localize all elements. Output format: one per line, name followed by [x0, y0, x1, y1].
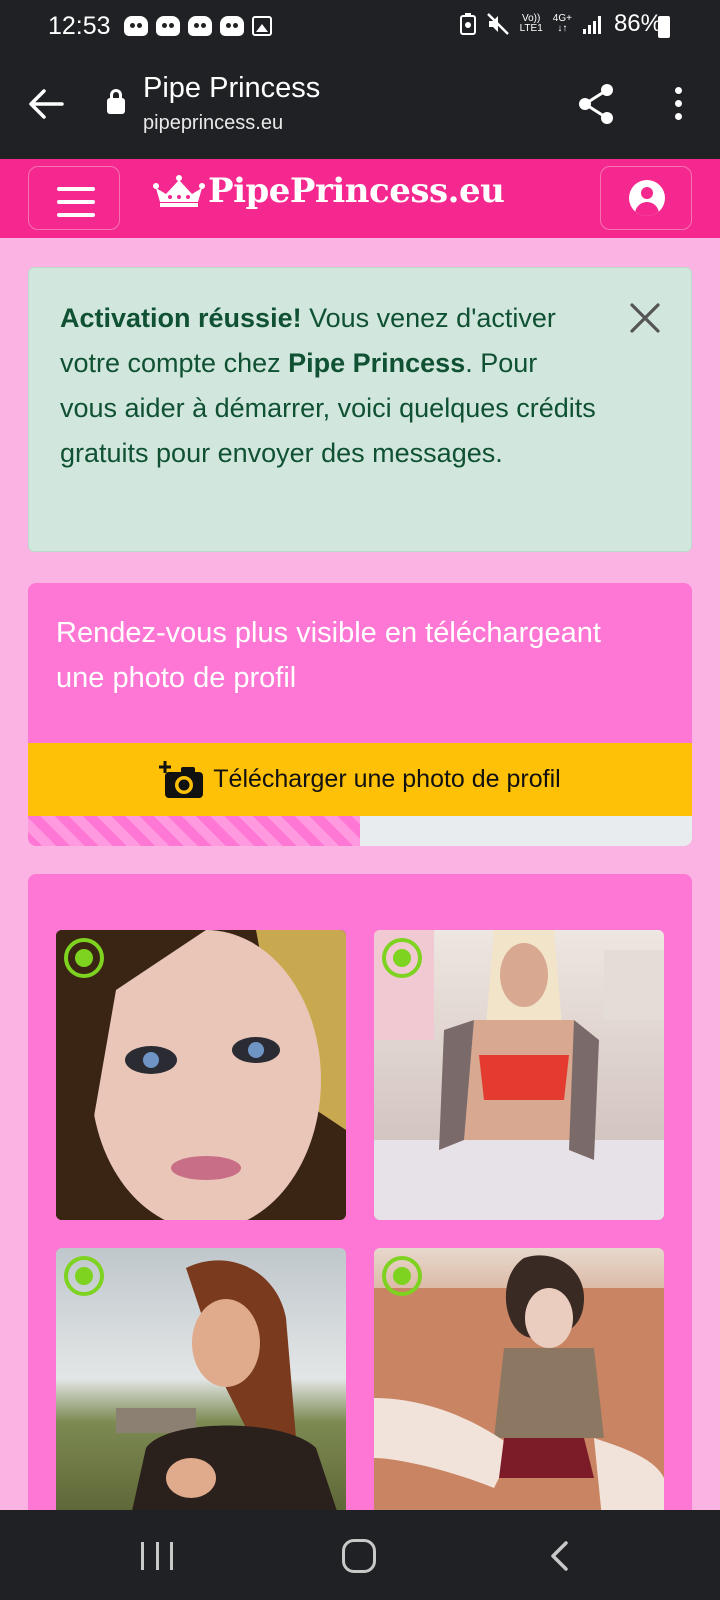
mute-icon [486, 13, 509, 35]
profiles-grid [28, 874, 692, 1538]
discord-icon [156, 16, 180, 36]
menu-button[interactable] [28, 166, 120, 230]
crown-icon [153, 175, 205, 207]
progress-fill [28, 816, 360, 846]
online-indicator [382, 1256, 422, 1296]
site-header: PipePrincess.eu [0, 159, 720, 238]
hamburger-icon [57, 187, 95, 226]
online-indicator [64, 938, 104, 978]
clock: 12:53 [48, 12, 111, 40]
upload-button-label: Télécharger une photo de profil [213, 765, 561, 793]
profile-card[interactable] [56, 1248, 346, 1538]
profile-photo [374, 1255, 664, 1538]
home-icon[interactable] [342, 1539, 376, 1573]
upload-message: Rendez-vous plus visible en téléchargean… [56, 617, 601, 694]
profile-photo [116, 1260, 346, 1538]
alert-title: Activation réussie! [60, 303, 302, 333]
recent-apps-icon[interactable] [141, 1542, 173, 1570]
online-indicator [64, 1256, 104, 1296]
account-button[interactable] [600, 166, 692, 230]
browser-toolbar: Pipe Princess pipeprincess.eu [0, 52, 720, 159]
discord-icon [124, 16, 148, 36]
alert-message: Activation réussie! Vous venez d'activer… [60, 303, 596, 468]
system-icons: Vo)) LTE1 4G+ ↓↑ 86% [459, 10, 662, 38]
volte-indicator: Vo)) LTE1 [519, 13, 543, 34]
back-arrow-icon[interactable] [28, 88, 64, 120]
logo-text: PipePrincess.eu [208, 171, 505, 211]
profile-photo-prompt: Rendez-vous plus visible en téléchargean… [28, 583, 692, 846]
add-photo-icon [159, 760, 204, 798]
profile-card[interactable] [374, 1248, 664, 1538]
discord-icon [188, 16, 212, 36]
image-icon [252, 16, 272, 36]
profile-photo [374, 930, 664, 1220]
discord-icon [220, 16, 244, 36]
status-bar: 12:53 Vo)) LTE1 4G+ ↓↑ 86% [0, 0, 720, 52]
battery-icon [658, 16, 670, 38]
online-indicator [382, 938, 422, 978]
close-icon[interactable] [629, 302, 661, 334]
site-logo[interactable]: PipePrincess.eu [152, 171, 505, 211]
user-icon [629, 180, 665, 216]
signal-icon [582, 16, 601, 34]
notification-icons [124, 16, 272, 36]
profile-photo [56, 930, 346, 1220]
profile-card[interactable] [56, 930, 346, 1220]
data-indicator: 4G+ ↓↑ [552, 13, 572, 34]
nav-back-icon[interactable] [548, 1540, 572, 1572]
browser-url[interactable]: pipeprincess.eu [143, 112, 283, 135]
profile-progress-bar [28, 816, 692, 846]
activation-alert: Activation réussie! Vous venez d'activer… [28, 267, 692, 552]
battery-percent: 86% [613, 10, 662, 37]
browser-page-title[interactable]: Pipe Princess [143, 72, 320, 105]
system-nav-bar [0, 1510, 720, 1600]
alert-brand: Pipe Princess [288, 348, 466, 378]
share-icon[interactable] [576, 82, 616, 126]
more-options-icon[interactable] [670, 87, 686, 123]
profile-card[interactable] [374, 930, 664, 1220]
battery-saver-icon [459, 13, 476, 35]
upload-photo-button[interactable]: Télécharger une photo de profil [28, 743, 692, 816]
